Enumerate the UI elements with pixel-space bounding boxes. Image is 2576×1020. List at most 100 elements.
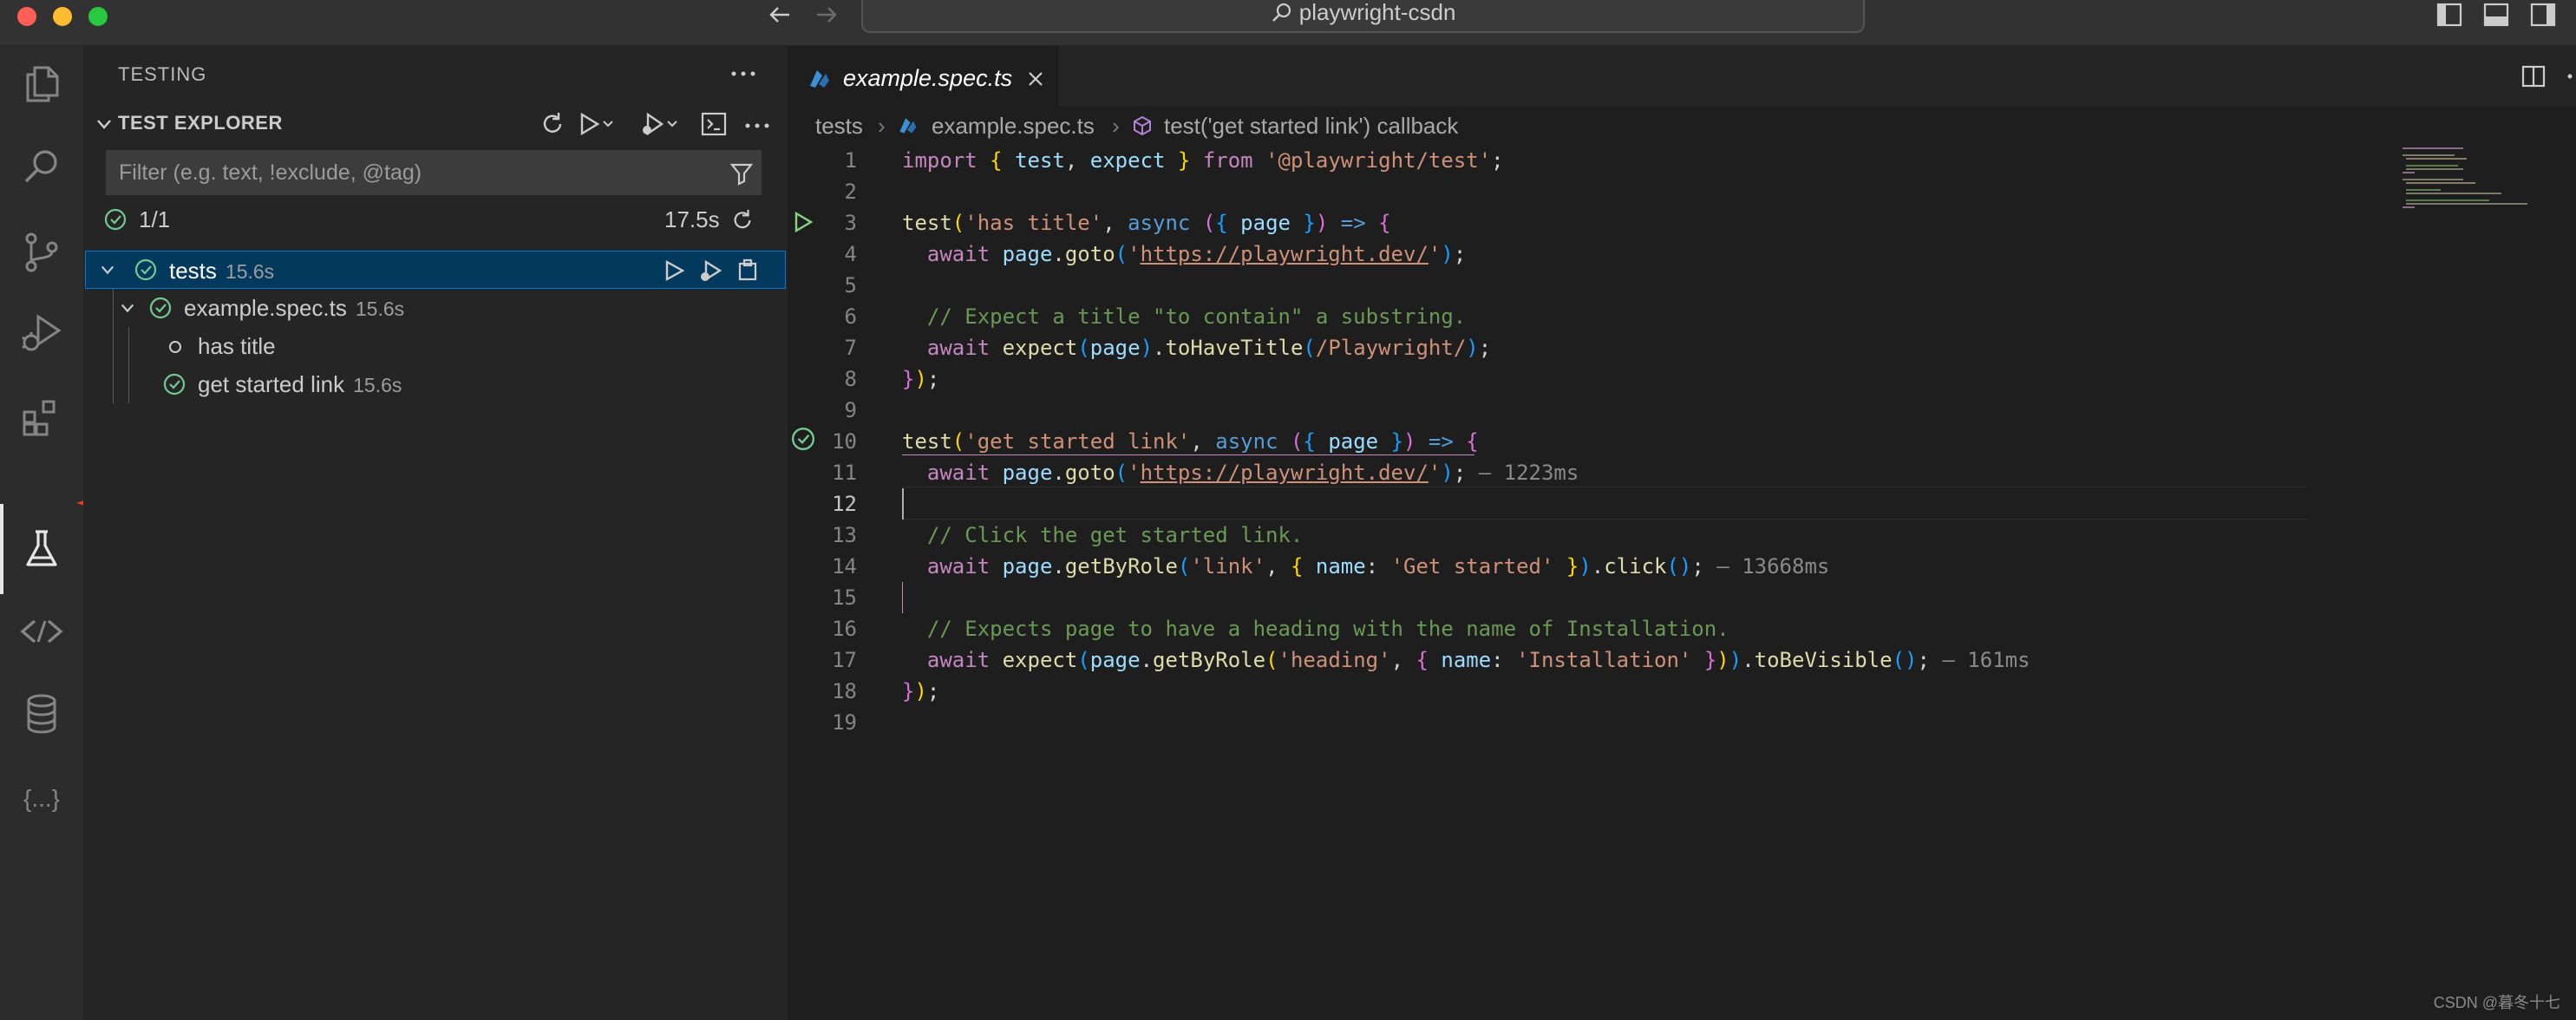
breadcrumb-item[interactable]: tests [815, 107, 863, 145]
files-icon[interactable] [16, 57, 68, 109]
run-test-icon[interactable] [662, 258, 686, 283]
line-number: 8 [844, 367, 857, 391]
code-line: await expect(page).toHaveTitle(/Playwrig… [926, 336, 1492, 360]
command-center[interactable]: playwright-csdn [861, 0, 1865, 33]
method-cube-icon [1134, 115, 1151, 136]
pass-check-icon [163, 373, 186, 396]
playwright-file-icon [899, 118, 917, 134]
tree-item-tests[interactable]: tests 15.6s [85, 251, 786, 289]
run-tests-icon[interactable] [578, 111, 621, 137]
forward-arrow-icon[interactable] [812, 2, 841, 28]
remote-icon[interactable] [16, 605, 68, 657]
tab-label: example.spec.ts [843, 65, 1013, 91]
tree-item-label: has title [198, 333, 276, 359]
code-line: // Click the get started link. [926, 523, 1304, 547]
code-line: test('has title', async ({ page }) => { [902, 211, 1391, 235]
breadcrumb-item[interactable]: example.spec.ts [932, 107, 1095, 145]
pass-check-icon [149, 297, 172, 319]
source-control-icon[interactable] [16, 226, 68, 278]
test-filter [106, 150, 762, 195]
maximize-window-button[interactable] [88, 7, 108, 26]
line-number: 18 [832, 679, 857, 703]
tree-item-duration: 15.6s [225, 260, 275, 283]
line-number: 5 [844, 273, 857, 298]
debug-test-icon[interactable] [698, 258, 722, 283]
breadcrumb-separator: › [1112, 113, 1120, 139]
breadcrumb-separator: › [878, 113, 886, 139]
more-actions-icon[interactable] [730, 69, 756, 79]
line-number: 10 [832, 429, 857, 454]
minimap[interactable] [2394, 145, 2567, 214]
json-icon[interactable]: {...} [16, 773, 68, 825]
close-window-button[interactable] [17, 7, 36, 26]
test-summary: 1/1 17.5s [83, 200, 788, 239]
close-icon[interactable] [1027, 70, 1044, 88]
back-arrow-icon[interactable] [765, 2, 794, 28]
line-number: 12 [832, 492, 857, 516]
run-debug-icon[interactable] [16, 306, 68, 358]
database-icon[interactable] [16, 688, 68, 740]
tree-item-spec-file[interactable]: example.spec.ts 15.6s [83, 289, 788, 327]
code-line: await page.goto('https://playwright.dev/… [926, 242, 1467, 266]
search-icon [1272, 3, 1291, 22]
editor-tab-bar: example.spec.ts [788, 46, 2576, 108]
tree-item-duration: 15.6s [353, 374, 402, 396]
current-line-highlight [902, 487, 2307, 520]
code-editor[interactable]: 1 2 3 4 5 6 7 8 9 10 11 12 13 14 15 16 1… [788, 145, 2576, 1020]
chevron-down-icon[interactable] [120, 300, 135, 316]
line-number: 3 [844, 211, 857, 235]
testing-icon[interactable] [16, 523, 68, 575]
toggle-panel-icon[interactable] [2482, 2, 2512, 28]
line-number: 9 [844, 398, 857, 422]
go-to-file-icon[interactable] [735, 257, 761, 283]
line-number: 2 [844, 180, 857, 204]
line-number: 6 [844, 304, 857, 329]
breadcrumb: tests › example.spec.ts › test('get star… [788, 107, 2576, 145]
split-editor-icon[interactable] [2520, 63, 2547, 89]
indent-guide [902, 582, 903, 613]
text-cursor [902, 488, 904, 520]
breadcrumb-item[interactable]: test('get started link') callback [1164, 107, 1458, 145]
active-indicator [0, 504, 3, 594]
debug-tests-icon[interactable] [640, 111, 683, 137]
line-number: 1 [844, 148, 857, 173]
inline-duration-hint: — 1223ms [1478, 461, 1579, 485]
search-icon[interactable] [16, 141, 68, 193]
tree-item-get-started-link[interactable]: get started link 15.6s [83, 365, 788, 403]
filter-icon[interactable] [729, 161, 754, 186]
not-run-circle-icon [169, 341, 181, 353]
summary-time: 17.5s [664, 206, 720, 232]
filter-input[interactable] [119, 151, 709, 194]
code-line: }); [902, 367, 940, 391]
code-line: await page.getByRole('link', { name: 'Ge… [926, 554, 1830, 579]
window-title: playwright-csdn [1298, 0, 1456, 25]
line-number: 11 [832, 461, 857, 485]
code-line: await page.goto('https://playwright.dev/… [926, 461, 1579, 485]
refresh-icon[interactable] [539, 111, 566, 137]
code-line: }); [902, 679, 940, 703]
editor-more-icon[interactable] [2564, 69, 2576, 84]
chevron-down-icon[interactable] [100, 262, 115, 278]
toggle-secondary-sidebar-icon[interactable] [2529, 2, 2559, 28]
line-number: 16 [832, 617, 857, 641]
code-line: test('get started link', async ({ page }… [902, 429, 1479, 454]
tree-item-has-title[interactable]: has title [83, 327, 788, 365]
line-number: 17 [832, 648, 857, 672]
minimize-window-button[interactable] [53, 7, 72, 26]
tab-example-spec[interactable]: example.spec.ts [788, 46, 1059, 108]
rerun-icon[interactable] [730, 208, 755, 232]
test-range-underline [902, 454, 1474, 455]
playwright-file-icon [810, 70, 829, 88]
line-number: 19 [832, 710, 857, 735]
pass-check-icon [134, 258, 157, 281]
inline-duration-hint: — 161ms [1942, 648, 2030, 672]
tree-item-label: example.spec.ts [184, 295, 347, 321]
toggle-primary-sidebar-icon[interactable] [2435, 2, 2465, 28]
extensions-icon[interactable] [16, 391, 68, 443]
chevron-down-icon[interactable] [95, 115, 113, 133]
pass-check-icon [104, 208, 127, 231]
terminal-output-icon[interactable] [701, 111, 727, 137]
section-more-icon[interactable] [744, 121, 770, 131]
section-title: TEST EXPLORER [118, 112, 283, 134]
title-bar: playwright-csdn [0, 0, 2576, 46]
